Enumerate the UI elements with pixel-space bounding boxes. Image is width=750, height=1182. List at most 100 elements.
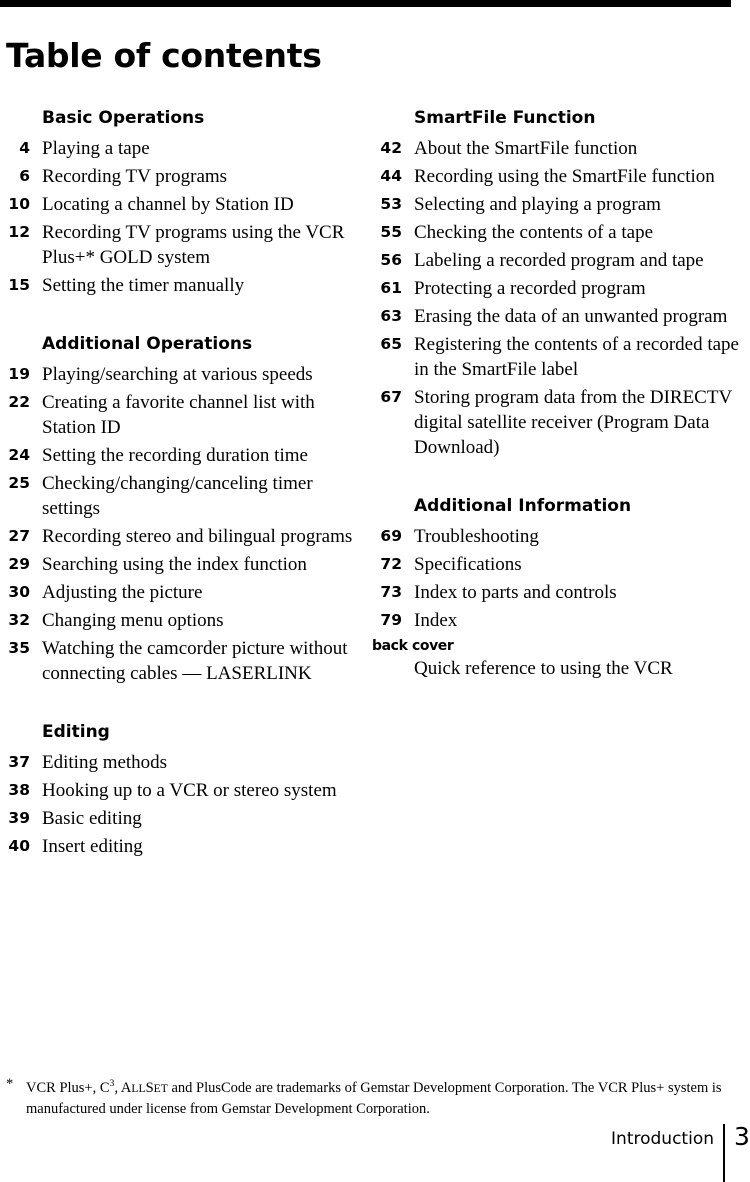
toc-entry-page-number: 4: [19, 139, 30, 157]
toc-entry[interactable]: back cover Quick reference to using the V…: [372, 636, 742, 681]
footnote-text: VCR Plus+, C3, ALLSET and PlusCode are t…: [26, 1074, 736, 1119]
toc-entry-page-number: 25: [8, 474, 30, 492]
footer-divider-rule: [723, 1124, 725, 1182]
toc-entry[interactable]: 10 Locating a channel by Station ID: [0, 192, 360, 217]
toc-entry-title: Editing methods: [42, 752, 168, 773]
toc-entry-page-number: 12: [8, 223, 30, 241]
toc-entry[interactable]: 19 Playing/searching at various speeds: [0, 362, 360, 387]
toc-entry-page-number: 15: [8, 276, 30, 294]
page-footer: Introduction 3: [0, 1122, 750, 1182]
toc-entry-page-number: 72: [380, 555, 402, 573]
toc-entry[interactable]: 40 Insert editing: [0, 834, 360, 859]
toc-entry-title: Recording stereo and bilingual programs: [42, 526, 353, 547]
toc-entry-title: Locating a channel by Station ID: [42, 194, 294, 215]
toc-entry-title: Quick reference to using the VCR: [414, 658, 673, 679]
toc-entry-page-number: 24: [8, 446, 30, 464]
toc-left-column: Basic Operations 4 Playing a tape 6 Recordin…: [0, 108, 360, 862]
top-black-rule: [0, 0, 731, 7]
toc-entry-title: Erasing the data of an unwanted program: [414, 306, 728, 327]
toc-entry-page-number: 79: [380, 611, 402, 629]
toc-entry[interactable]: 79 Index: [372, 608, 742, 633]
toc-entry[interactable]: 27 Recording stereo and bilingual program…: [0, 524, 360, 549]
toc-entry[interactable]: 44 Recording using the SmartFile function: [372, 164, 742, 189]
toc-entry-title: About the SmartFile function: [414, 138, 638, 159]
toc-entry-page-number: 22: [8, 393, 30, 411]
toc-entry[interactable]: 37 Editing methods: [0, 750, 360, 775]
toc-entry-title: Setting the timer manually: [42, 275, 245, 296]
toc-entry-title: Searching using the index function: [42, 554, 307, 575]
toc-entry[interactable]: 55 Checking the contents of a tape: [372, 220, 742, 245]
section-heading: Editing: [42, 722, 110, 742]
toc-entry[interactable]: 61 Protecting a recorded program: [372, 276, 742, 301]
trademark-footnote: * VCR Plus+, C3, ALLSET and PlusCode are…: [6, 1074, 736, 1119]
toc-section: SmartFile Function 42 About the SmartFile …: [372, 108, 742, 460]
toc-section: Basic Operations 4 Playing a tape 6 Recordin…: [0, 108, 360, 298]
toc-entry[interactable]: 30 Adjusting the picture: [0, 580, 360, 605]
toc-entry-title: Troubleshooting: [414, 526, 539, 547]
toc-entry[interactable]: 6 Recording TV programs: [0, 164, 360, 189]
toc-entry-page-number: 32: [8, 611, 30, 629]
toc-entry-title: Insert editing: [42, 836, 143, 857]
toc-entry-title: Checking/changing/canceling timer settin…: [42, 473, 313, 519]
allset-ll: LL: [131, 1081, 146, 1095]
toc-entry[interactable]: 38 Hooking up to a VCR or stereo system: [0, 778, 360, 803]
toc-entry-title: Hooking up to a VCR or stereo system: [42, 780, 337, 801]
toc-entry[interactable]: 25 Checking/changing/canceling timer sett…: [0, 471, 360, 521]
toc-entry-page-number: 63: [380, 307, 402, 325]
section-heading: Basic Operations: [42, 108, 205, 128]
toc-entry-page-number: 27: [8, 527, 30, 545]
section-heading: Additional Operations: [42, 334, 253, 354]
toc-entry[interactable]: 32 Changing menu options: [0, 608, 360, 633]
toc-entry-title: Registering the contents of a recorded t…: [414, 334, 739, 380]
toc-entry-title: Selecting and playing a program: [414, 194, 661, 215]
toc-entry[interactable]: 15 Setting the timer manually: [0, 273, 360, 298]
toc-entry-title: Basic editing: [42, 808, 142, 829]
section-heading: Additional Information: [414, 496, 632, 516]
toc-entry-page-number: 40: [8, 837, 30, 855]
toc-entry-page-number: 30: [8, 583, 30, 601]
toc-entry[interactable]: 39 Basic editing: [0, 806, 360, 831]
toc-entry-title: Recording using the SmartFile function: [414, 166, 715, 187]
toc-entry-page-number: 65: [380, 335, 402, 353]
toc-entry-title: Index: [414, 610, 458, 631]
toc-entry-title: Protecting a recorded program: [414, 278, 646, 299]
toc-entry-page-number: 61: [380, 279, 402, 297]
toc-entry-page-number: 39: [8, 809, 30, 827]
toc-entry-title: Setting the recording duration time: [42, 445, 308, 466]
toc-entry-title: Specifications: [414, 554, 522, 575]
toc-entry-title: Labeling a recorded program and tape: [414, 250, 704, 271]
toc-entry[interactable]: 56 Labeling a recorded program and tape: [372, 248, 742, 273]
allset-a: A: [120, 1079, 132, 1096]
toc-section: Editing 37 Editing methods 38 Hooking up to …: [0, 722, 360, 859]
toc-entry[interactable]: 42 About the SmartFile function: [372, 136, 742, 161]
toc-entry[interactable]: 53 Selecting and playing a program: [372, 192, 742, 217]
section-heading: SmartFile Function: [414, 108, 596, 128]
toc-entry[interactable]: 67 Storing program data from the DIRECTV …: [372, 385, 742, 460]
toc-entry[interactable]: 24 Setting the recording duration time: [0, 443, 360, 468]
toc-entry-title: Changing menu options: [42, 610, 224, 631]
footer-chapter-label: Introduction: [611, 1129, 714, 1149]
toc-entry-page-number: 73: [380, 583, 402, 601]
toc-entry-page-number: 10: [8, 195, 30, 213]
toc-entry-page-number: 35: [8, 639, 30, 657]
toc-entry-page-number: 37: [8, 753, 30, 771]
toc-entry[interactable]: 73 Index to parts and controls: [372, 580, 742, 605]
toc-entry-page-number: 29: [8, 555, 30, 573]
toc-entry[interactable]: 63 Erasing the data of an unwanted progra…: [372, 304, 742, 329]
toc-entry[interactable]: 35 Watching the camcorder picture without…: [0, 636, 360, 686]
toc-entry-page-number: 19: [8, 365, 30, 383]
toc-entry[interactable]: 12 Recording TV programs using the VCR Pl…: [0, 220, 360, 270]
allset-et: ET: [153, 1081, 168, 1095]
toc-entry[interactable]: 69 Troubleshooting: [372, 524, 742, 549]
toc-entry-page-number: 56: [380, 251, 402, 269]
footer-page-number: 3: [734, 1122, 750, 1151]
toc-entry-page-number: 6: [19, 167, 30, 185]
toc-entry[interactable]: 4 Playing a tape: [0, 136, 360, 161]
toc-entry[interactable]: 22 Creating a favorite channel list with …: [0, 390, 360, 440]
toc-entry[interactable]: 72 Specifications: [372, 552, 742, 577]
toc-entry-title: Recording TV programs using the VCR Plus…: [42, 222, 345, 268]
toc-entry[interactable]: 29 Searching using the index function: [0, 552, 360, 577]
toc-entry[interactable]: 65 Registering the contents of a recorded…: [372, 332, 742, 382]
